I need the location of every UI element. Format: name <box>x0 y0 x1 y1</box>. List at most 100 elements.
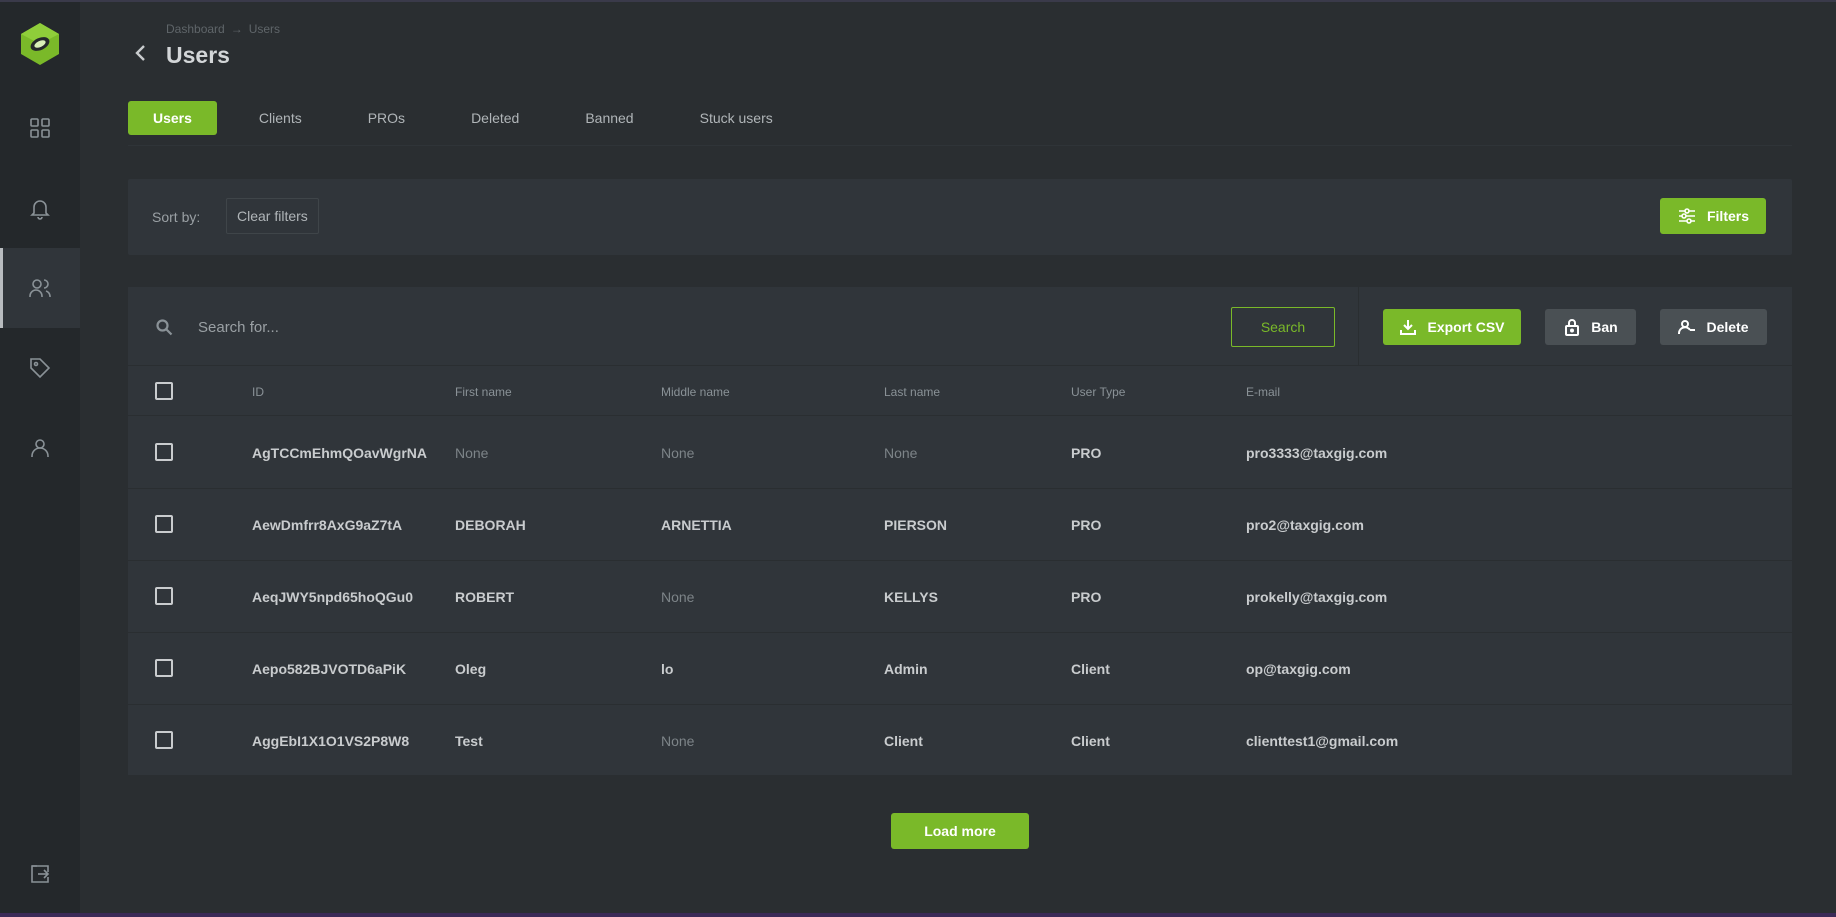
app-logo[interactable] <box>19 22 61 66</box>
search-toolbar: Search Export CSV Ban Delete <box>128 287 1792 366</box>
clear-filters-button[interactable]: Clear filters <box>226 198 319 234</box>
cell-first-name: DEBORAH <box>455 517 526 533</box>
sidebar-item-logout[interactable] <box>0 834 80 914</box>
export-csv-label: Export CSV <box>1427 319 1505 335</box>
tab-deleted[interactable]: Deleted <box>447 101 543 135</box>
cell-first-name: Oleg <box>455 661 487 677</box>
user-icon <box>31 439 49 457</box>
delete-label: Delete <box>1706 319 1749 335</box>
cell-user-type: PRO <box>1071 445 1102 461</box>
column-header-id[interactable]: ID <box>252 385 264 399</box>
cell-first-name: ROBERT <box>455 589 515 605</box>
tab-stuck-users[interactable]: Stuck users <box>676 101 797 135</box>
cell-last-name: Admin <box>884 661 928 677</box>
cell-user-type: PRO <box>1071 589 1102 605</box>
cell-middle-name: None <box>661 733 695 749</box>
filter-bar: Sort by: Clear filters Filters <box>128 179 1792 255</box>
cell-id: AgTCCmEhmQOavWgrNA <box>252 445 428 461</box>
row-checkbox[interactable] <box>155 443 173 461</box>
cell-middle-name: ARNETTIA <box>661 517 732 533</box>
bottom-border <box>0 913 1836 917</box>
cell-email: pro2@taxgig.com <box>1246 517 1364 533</box>
sidebar-item-notifications[interactable] <box>0 168 80 248</box>
export-csv-button[interactable]: Export CSV <box>1383 309 1521 345</box>
logout-icon <box>31 865 50 883</box>
sidebar-item-users[interactable] <box>0 248 80 328</box>
tag-icon <box>30 358 51 379</box>
cell-last-name: PIERSON <box>884 517 948 533</box>
bell-icon <box>30 200 50 220</box>
table-header: ID First name Middle name Last name User… <box>128 367 1792 416</box>
cell-middle-name: lo <box>661 661 674 677</box>
column-header-middle-name[interactable]: Middle name <box>661 385 730 399</box>
cell-id: AggEbI1X1O1VS2P8W8 <box>252 733 410 749</box>
row-checkbox[interactable] <box>155 587 173 605</box>
page-title: Users <box>166 42 230 68</box>
dashboard-grid-icon <box>30 118 50 138</box>
sidebar-item-tags[interactable] <box>0 328 80 408</box>
search-button[interactable]: Search <box>1231 307 1335 347</box>
cell-user-type: Client <box>1071 661 1110 677</box>
row-checkbox[interactable] <box>155 515 173 533</box>
filters-button[interactable]: Filters <box>1660 198 1766 234</box>
table-row[interactable]: Aepo582BJVOTD6aPiK Oleg lo Admin Client … <box>128 633 1792 705</box>
cell-last-name: None <box>884 445 918 461</box>
cell-id: AewDmfrr8AxG9aZ7tA <box>252 517 403 533</box>
cell-email: prokelly@taxgig.com <box>1246 589 1388 605</box>
toolbar-divider <box>1358 287 1359 366</box>
tab-pros[interactable]: PROs <box>344 101 429 135</box>
cell-email: clienttest1@gmail.com <box>1246 733 1399 749</box>
delete-button[interactable]: Delete <box>1660 309 1767 345</box>
top-border <box>0 0 1836 2</box>
back-button[interactable] <box>130 42 152 64</box>
select-all-checkbox[interactable] <box>155 382 173 400</box>
download-icon <box>1400 320 1417 335</box>
tabs-divider <box>128 145 1792 146</box>
cell-email: op@taxgig.com <box>1246 661 1351 677</box>
lock-icon <box>1565 319 1580 336</box>
ban-button[interactable]: Ban <box>1545 309 1636 345</box>
row-checkbox[interactable] <box>155 731 173 749</box>
breadcrumb-root[interactable]: Dashboard <box>166 22 225 36</box>
chevron-left-icon <box>135 45 145 61</box>
cell-middle-name: None <box>661 445 695 461</box>
breadcrumb-separator: → <box>230 22 243 36</box>
column-header-email[interactable]: E-mail <box>1246 385 1280 399</box>
sidebar-item-dashboard[interactable] <box>0 88 80 168</box>
row-checkbox[interactable] <box>155 659 173 677</box>
sidebar-item-profile[interactable] <box>0 408 80 488</box>
sort-label: Sort by: <box>152 209 201 225</box>
cell-id: Aepo582BJVOTD6aPiK <box>252 661 407 677</box>
cell-user-type: PRO <box>1071 517 1102 533</box>
table-row[interactable]: AeqJWY5npd65hoQGu0 ROBERT None KELLYS PR… <box>128 561 1792 633</box>
tab-bar: Users Clients PROs Deleted Banned Stuck … <box>128 101 815 135</box>
cell-middle-name: None <box>661 589 695 605</box>
search-input[interactable] <box>198 309 1098 345</box>
table-row[interactable]: AgTCCmEhmQOavWgrNA None None None PRO pr… <box>128 417 1792 489</box>
table-row[interactable]: AewDmfrr8AxG9aZ7tA DEBORAH ARNETTIA PIER… <box>128 489 1792 561</box>
filters-button-label: Filters <box>1706 208 1749 224</box>
tab-banned[interactable]: Banned <box>561 101 657 135</box>
cell-first-name: None <box>455 445 489 461</box>
load-more-button[interactable]: Load more <box>891 813 1029 849</box>
cell-last-name: Client <box>884 733 923 749</box>
cell-last-name: KELLYS <box>884 589 938 605</box>
sliders-icon <box>1678 208 1695 224</box>
column-header-first-name[interactable]: First name <box>455 385 512 399</box>
search-icon <box>155 318 173 336</box>
column-header-last-name[interactable]: Last name <box>884 385 940 399</box>
cell-first-name: Test <box>455 733 483 749</box>
table-row[interactable]: AggEbI1X1O1VS2P8W8 Test None Client Clie… <box>128 705 1792 777</box>
cell-email: pro3333@taxgig.com <box>1246 445 1388 461</box>
breadcrumb-current: Users <box>248 22 281 36</box>
users-icon <box>29 279 51 297</box>
sidebar <box>0 2 80 913</box>
breadcrumb: Dashboard → Users <box>166 22 280 36</box>
column-header-user-type[interactable]: User Type <box>1071 385 1125 399</box>
remove-user-icon <box>1678 320 1696 334</box>
ban-label: Ban <box>1591 319 1618 335</box>
users-table-panel: Search Export CSV Ban Delete ID First na… <box>128 287 1792 777</box>
tab-clients[interactable]: Clients <box>235 101 326 135</box>
tab-users[interactable]: Users <box>128 101 217 135</box>
cell-user-type: Client <box>1071 733 1110 749</box>
